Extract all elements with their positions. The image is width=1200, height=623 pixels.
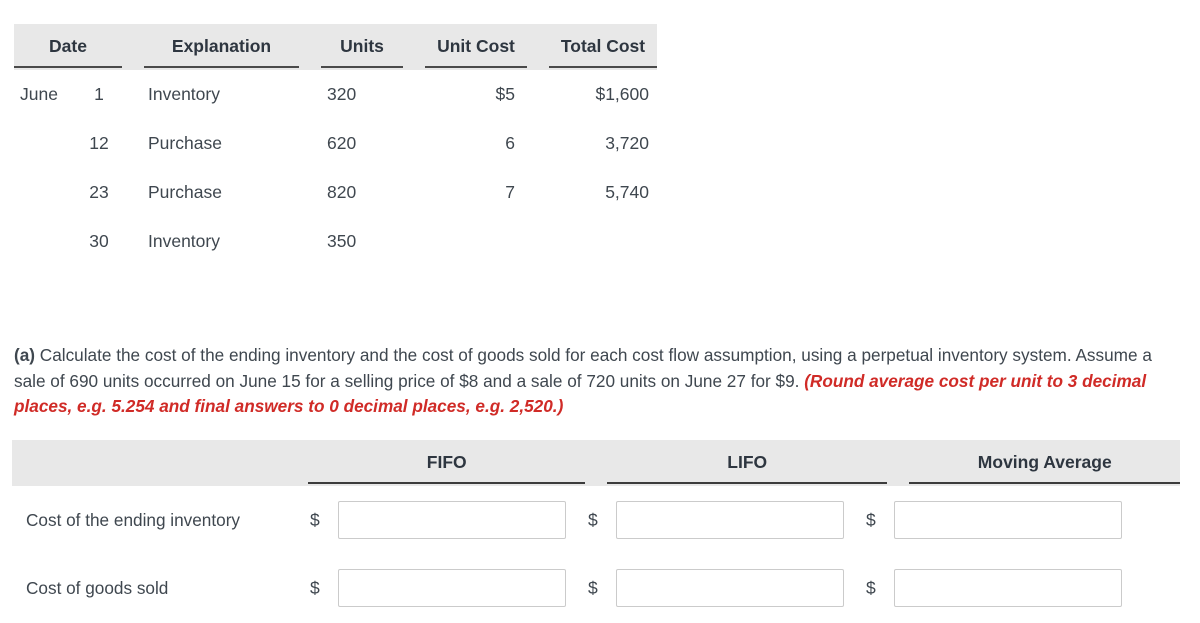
cell-date: 12 [14,133,122,154]
inventory-table-header-row: Date Explanation Units Unit Cost Total C… [14,24,657,70]
column-header-lifo: LIFO [606,452,888,484]
column-header-unit-cost: Unit Cost [425,36,527,68]
cell-unit-cost: 6 [505,133,515,153]
input-ending-inventory-fifo[interactable] [338,501,566,539]
cell-date: 30 [14,231,122,252]
cell-explanation: Inventory [148,84,220,104]
table-row: 12 Purchase 620 6 3,720 [14,119,657,168]
column-header-explanation: Explanation [144,36,299,68]
input-cogs-fifo[interactable] [338,569,566,607]
cell-units: 320 [327,84,357,104]
column-header-date: Date [14,36,122,68]
cell-date: 23 [14,182,122,203]
cell-total-cost: 5,740 [605,182,649,202]
worksheet-page: Date Explanation Units Unit Cost Total C… [0,0,1200,623]
field-group-moving-average: $ [866,569,1122,607]
cell-month: June [20,84,58,104]
cell-unit-cost: $5 [495,84,515,104]
question-label: (a) [14,345,36,366]
cell-explanation: Inventory [148,231,220,251]
answer-row-cost-of-goods-sold: Cost of goods sold $ $ $ [12,554,1180,622]
cell-day: 1 [94,84,104,104]
cell-total-cost: $1,600 [595,84,649,104]
cell-explanation: Purchase [148,133,222,153]
currency-symbol: $ [310,577,320,598]
answer-row-ending-inventory: Cost of the ending inventory $ $ $ [12,486,1180,554]
cell-day: 12 [89,133,109,153]
question-instructions: (a) Calculate the cost of the ending inv… [14,343,1179,420]
column-header-fifo: FIFO [308,452,585,484]
column-header-moving-average: Moving Average [909,452,1181,484]
row-label-cost-of-goods-sold: Cost of goods sold [26,577,169,598]
field-group-moving-average: $ [866,501,1122,539]
cell-day: 23 [89,182,109,202]
field-group-lifo: $ [588,569,844,607]
field-group-lifo: $ [588,501,844,539]
cell-date: June 1 [14,84,122,105]
inventory-table: Date Explanation Units Unit Cost Total C… [14,24,657,266]
cell-total-cost: 3,720 [605,133,649,153]
row-label-ending-inventory: Cost of the ending inventory [26,509,241,530]
table-row: 30 Inventory 350 [14,217,657,266]
input-ending-inventory-lifo[interactable] [616,501,844,539]
currency-symbol: $ [866,577,876,598]
input-ending-inventory-moving-average[interactable] [894,501,1122,539]
field-group-fifo: $ [310,569,566,607]
field-group-fifo: $ [310,501,566,539]
cell-units: 820 [327,182,357,202]
cell-day: 30 [89,231,109,251]
cell-units: 350 [327,231,357,251]
cell-month [14,231,76,252]
input-cogs-lifo[interactable] [616,569,844,607]
column-header-units: Units [321,36,403,68]
currency-symbol: $ [310,509,320,530]
currency-symbol: $ [866,509,876,530]
answer-table: FIFO LIFO Moving Average Cost of the end… [12,440,1181,622]
input-cogs-moving-average[interactable] [894,569,1122,607]
cell-month [14,133,76,154]
currency-symbol: $ [588,509,598,530]
column-header-total-cost: Total Cost [549,36,657,68]
cell-explanation: Purchase [148,182,222,202]
table-row: 23 Purchase 820 7 5,740 [14,168,657,217]
currency-symbol: $ [588,577,598,598]
table-row: June 1 Inventory 320 $5 $1,600 [14,70,657,119]
cell-units: 620 [327,133,357,153]
cell-unit-cost: 7 [505,182,515,202]
cell-month [14,182,76,203]
answer-table-header-row: FIFO LIFO Moving Average [12,440,1181,486]
